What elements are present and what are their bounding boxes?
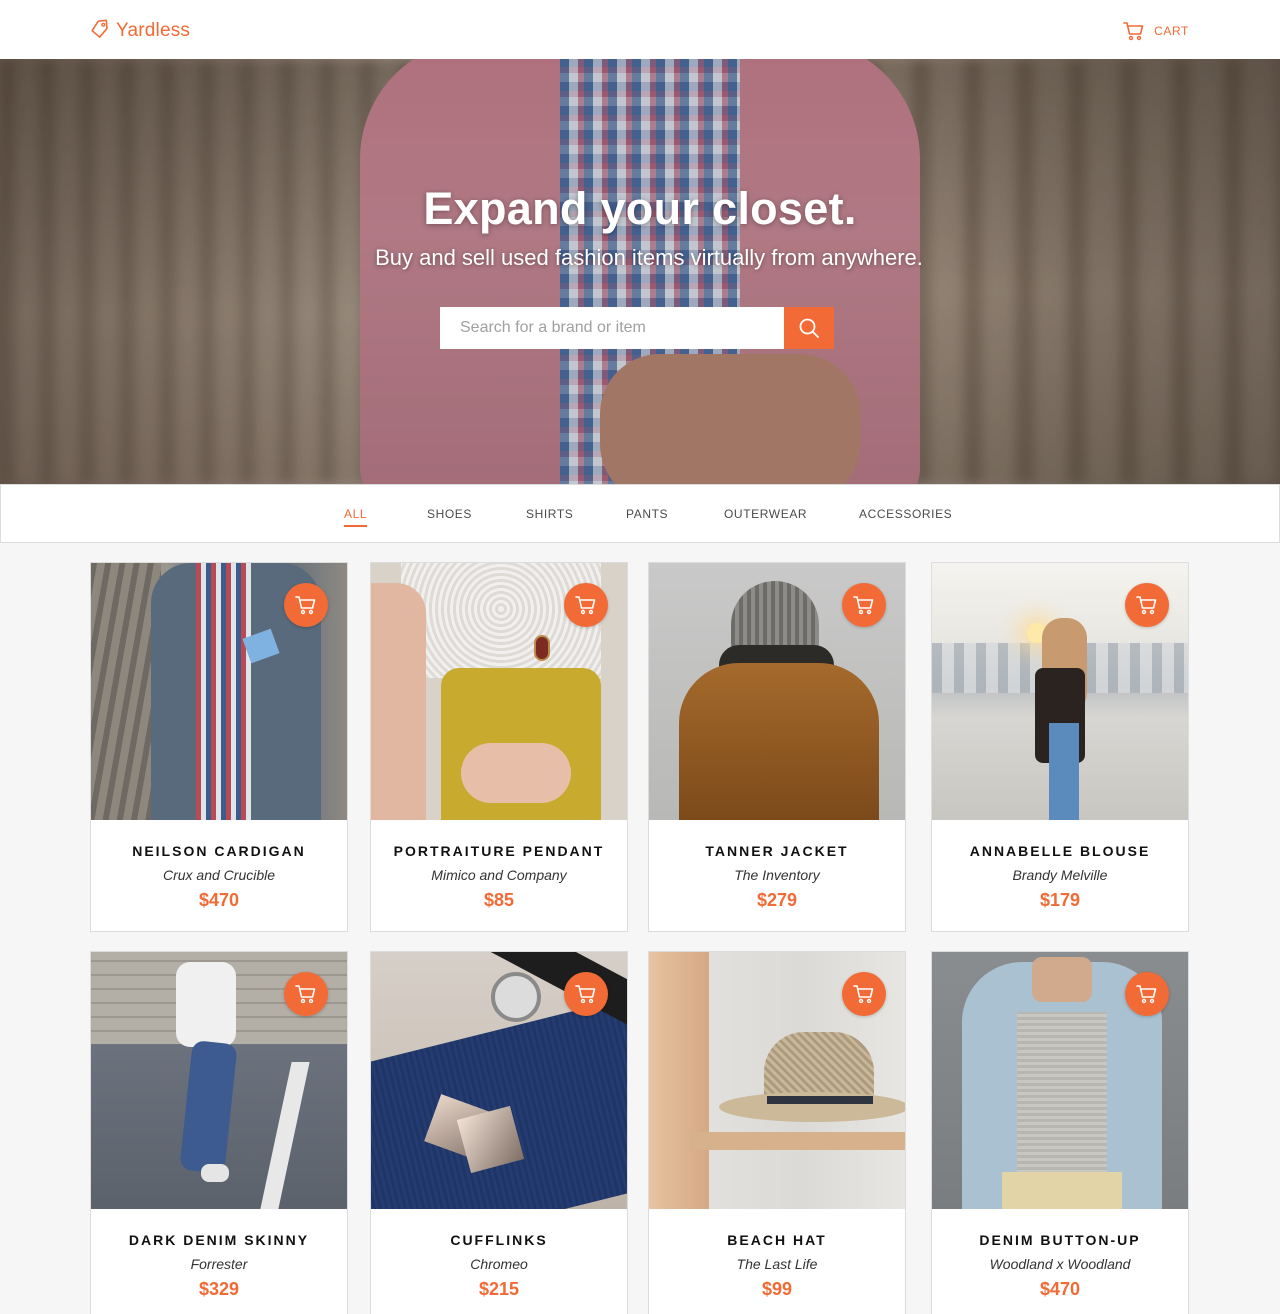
top-navigation: Yardless CART — [0, 0, 1280, 59]
hero-banner: Expand your closet. Buy and sell used fa… — [0, 59, 1280, 484]
hero-title: Expand your closet. — [423, 183, 857, 234]
cart-icon — [575, 595, 597, 615]
product-maker: The Inventory — [734, 867, 820, 883]
tab-outerwear[interactable]: OUTERWEAR — [724, 507, 807, 521]
product-maker: The Last Life — [736, 1256, 818, 1272]
product-price: $85 — [483, 890, 515, 910]
product-name[interactable]: PORTRAITURE PENDANT — [371, 843, 627, 859]
category-tabs: ALL SHOES SHIRTS PANTS OUTERWEAR ACCESSO… — [0, 484, 1280, 543]
product-card[interactable]: DARK DENIM SKINNY Forrester $329 — [90, 951, 348, 1314]
brand-logo[interactable]: Yardless — [90, 19, 190, 43]
product-card[interactable]: PORTRAITURE PENDANT Mimico and Company $… — [370, 562, 628, 932]
cart-icon — [295, 984, 317, 1004]
tab-pants[interactable]: PANTS — [626, 507, 668, 521]
cart-icon — [575, 984, 597, 1004]
product-price: $215 — [478, 1279, 520, 1299]
add-to-cart-button[interactable] — [284, 972, 328, 1016]
cart-icon — [1136, 595, 1158, 615]
add-to-cart-button[interactable] — [842, 972, 886, 1016]
product-name[interactable]: TANNER JACKET — [649, 843, 905, 859]
product-card[interactable]: BEACH HAT The Last Life $99 — [648, 951, 906, 1314]
search-button[interactable] — [784, 307, 834, 349]
brand-name: Yardless — [116, 20, 191, 41]
add-to-cart-button[interactable] — [564, 583, 608, 627]
tab-shirts[interactable]: SHIRTS — [526, 507, 573, 521]
product-card[interactable]: DENIM BUTTON-UP Woodland x Woodland $470 — [931, 951, 1189, 1314]
add-to-cart-button[interactable] — [564, 972, 608, 1016]
add-to-cart-button[interactable] — [842, 583, 886, 627]
product-price: $470 — [1039, 1279, 1081, 1299]
product-price: $179 — [1039, 890, 1081, 910]
product-name[interactable]: ANNABELLE BLOUSE — [932, 843, 1188, 859]
tab-accessories[interactable]: ACCESSORIES — [859, 507, 952, 521]
product-maker: Chromeo — [470, 1256, 528, 1272]
tab-shoes[interactable]: SHOES — [427, 507, 472, 521]
product-maker: Brandy Melville — [1012, 867, 1108, 883]
add-to-cart-button[interactable] — [1125, 972, 1169, 1016]
product-price: $99 — [761, 1279, 793, 1299]
cart-icon — [295, 595, 317, 615]
add-to-cart-button[interactable] — [284, 583, 328, 627]
product-maker: Crux and Crucible — [162, 867, 276, 883]
cart-icon — [1123, 21, 1145, 41]
product-price: $470 — [198, 890, 240, 910]
cart-icon — [853, 984, 875, 1004]
product-name[interactable]: BEACH HAT — [649, 1232, 905, 1248]
product-price: $329 — [198, 1279, 240, 1299]
cart-label: CART — [1154, 24, 1189, 38]
tag-icon — [90, 19, 110, 44]
product-card[interactable]: CUFFLINKS Chromeo $215 — [370, 951, 628, 1314]
cart-link[interactable]: CART — [1123, 19, 1189, 43]
cart-icon — [853, 595, 875, 615]
product-card[interactable]: NEILSON CARDIGAN Crux and Crucible $470 — [90, 562, 348, 932]
product-name[interactable]: NEILSON CARDIGAN — [91, 843, 347, 859]
search-icon — [798, 317, 820, 339]
product-name[interactable]: DARK DENIM SKINNY — [91, 1232, 347, 1248]
product-card[interactable]: TANNER JACKET The Inventory $279 — [648, 562, 906, 932]
tab-all[interactable]: ALL — [344, 507, 368, 527]
product-card[interactable]: ANNABELLE BLOUSE Brandy Melville $179 — [931, 562, 1189, 932]
product-price: $279 — [756, 890, 798, 910]
search-bar — [440, 307, 834, 349]
add-to-cart-button[interactable] — [1125, 583, 1169, 627]
search-input[interactable] — [440, 307, 784, 349]
hero-subtitle: Buy and sell used fashion items virtuall… — [375, 245, 923, 270]
product-maker: Forrester — [190, 1256, 248, 1272]
product-maker: Mimico and Company — [431, 867, 567, 883]
product-name[interactable]: DENIM BUTTON-UP — [932, 1232, 1188, 1248]
product-name[interactable]: CUFFLINKS — [371, 1232, 627, 1248]
cart-icon — [1136, 984, 1158, 1004]
product-maker: Woodland x Woodland — [989, 1256, 1131, 1272]
